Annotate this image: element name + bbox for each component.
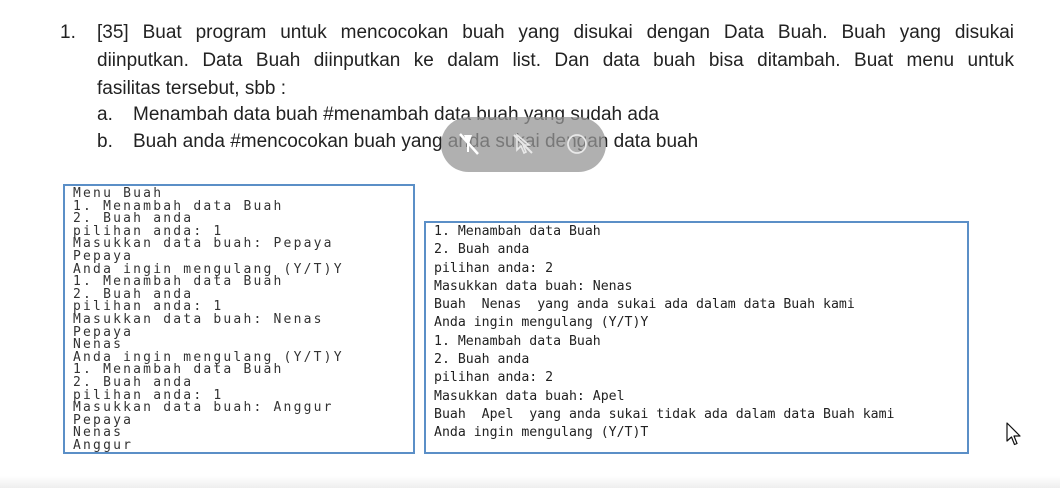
console-line: pilihan anda: 2 xyxy=(434,260,554,276)
console-line: Masukkan data buah: Nenas xyxy=(434,278,633,294)
console-line: Anda ingin mengulang (Y/T)Y xyxy=(434,315,649,331)
console-line: 1. Menambah data Buah xyxy=(434,333,601,349)
console-line: Anggur xyxy=(73,437,134,453)
question-line-2: diinputkan. Data Buah diinputkan ke dala… xyxy=(97,50,1014,71)
overlay-toolbar[interactable] xyxy=(441,117,606,172)
item-b-letter: b. xyxy=(97,131,113,152)
question-line-3: fasilitas tersebut, sbb : xyxy=(97,78,287,99)
bottom-edge xyxy=(0,476,1060,488)
mouse-pointer-icon xyxy=(1006,422,1024,448)
left-console-output: Menu Buah 1. Menambah data Buah 2. Buah … xyxy=(63,184,415,454)
question-number: 1. xyxy=(60,22,76,43)
item-a-letter: a. xyxy=(97,104,113,125)
pointer-off-icon[interactable] xyxy=(509,130,537,158)
console-line: 2. Buah anda xyxy=(434,242,530,258)
item-b-text: Buah anda #mencocokan buah yang anda suk… xyxy=(133,131,699,152)
console-line: Buah Apel yang anda sukai tidak ada dala… xyxy=(434,406,895,422)
console-line: 1. Menambah data Buah xyxy=(434,224,601,239)
console-line: Masukkan data buah: Apel xyxy=(434,388,625,404)
console-line: 2. Buah anda xyxy=(434,352,530,368)
circle-icon[interactable] xyxy=(563,130,591,158)
console-line: Anda ingin mengulang (Y/T)T xyxy=(434,425,649,441)
question-line-1: [35] Buat program untuk mencocokan buah … xyxy=(97,22,1014,43)
console-line: pilihan anda: 2 xyxy=(434,370,554,386)
right-console-output: 1. Menambah data Buah 2. Buah anda pilih… xyxy=(424,221,969,454)
console-line: Pepaya xyxy=(73,412,134,428)
console-line: Pepaya xyxy=(73,324,134,340)
pen-off-icon[interactable] xyxy=(455,130,483,158)
console-line: Buah Nenas yang anda sukai ada dalam dat… xyxy=(434,297,855,313)
